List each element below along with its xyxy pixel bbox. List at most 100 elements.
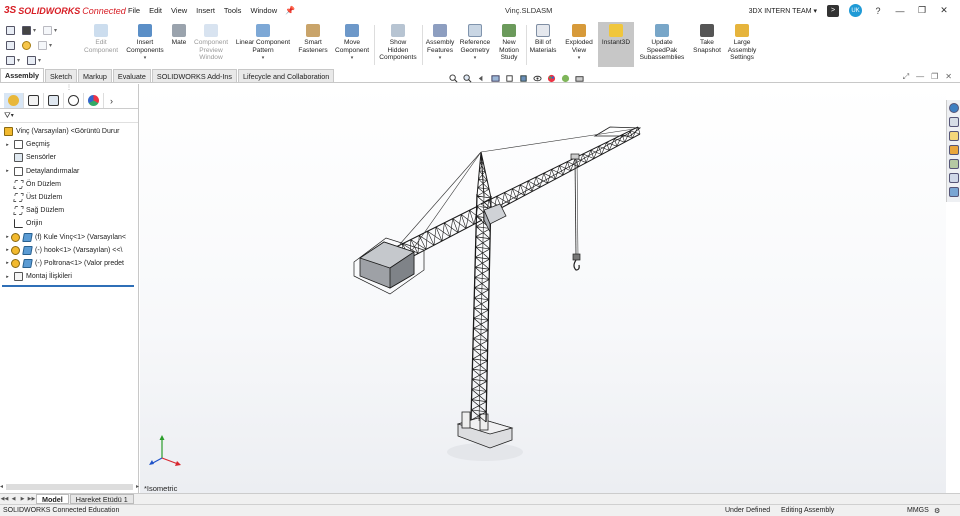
viewport-restore-icon[interactable]: ❐ bbox=[931, 72, 938, 82]
status-settings-icon[interactable]: ⚙ bbox=[934, 507, 940, 515]
move-component-button[interactable]: Move Component ▾ bbox=[332, 24, 372, 63]
display-style-icon[interactable] bbox=[519, 74, 528, 83]
select-dropdown-icon[interactable]: ▾ bbox=[17, 57, 20, 64]
viewport-minimize-icon[interactable]: — bbox=[916, 72, 924, 82]
new-icon[interactable] bbox=[6, 26, 15, 35]
smart-fasteners-button[interactable]: Smart Fasteners bbox=[296, 24, 330, 54]
chevron-right-icon[interactable]: › bbox=[110, 96, 113, 106]
expand-arrow-icon[interactable]: ▸ bbox=[4, 260, 11, 266]
tab-feature-tree[interactable] bbox=[4, 93, 24, 108]
instant3d-button[interactable]: Instant3D bbox=[598, 22, 634, 67]
design-library-icon[interactable] bbox=[948, 117, 959, 127]
previous-view-icon[interactable] bbox=[477, 74, 486, 83]
minimize-icon[interactable]: — bbox=[894, 5, 906, 17]
command-prompt-icon[interactable]: > bbox=[827, 4, 839, 17]
menu-window[interactable]: Window bbox=[250, 6, 277, 15]
zoom-to-fit-icon[interactable] bbox=[449, 73, 458, 83]
close-icon[interactable]: ✕ bbox=[938, 5, 950, 17]
edit-component-button[interactable]: Edit Component bbox=[80, 24, 122, 54]
tree-root-assembly[interactable]: Vinç (Varsayılan) <Görüntü Durur bbox=[0, 125, 138, 138]
undo-dropdown-icon[interactable]: ▾ bbox=[54, 27, 57, 34]
tree-item[interactable]: ▸ (f) Kule Vinç<1> (Varsayılan< bbox=[0, 231, 138, 244]
scroll-right-icon[interactable]: ▸ bbox=[136, 483, 139, 490]
previous-tab-icon[interactable]: ◀ bbox=[9, 496, 18, 502]
save-dropdown-icon[interactable]: ▾ bbox=[33, 27, 36, 34]
undo-icon[interactable] bbox=[43, 26, 53, 35]
select-icon[interactable] bbox=[6, 56, 15, 65]
tab-assembly[interactable]: Assembly bbox=[0, 68, 44, 82]
tab-dimxpert-manager[interactable] bbox=[64, 93, 84, 108]
appearances-icon[interactable] bbox=[948, 159, 959, 169]
crane-tower-peak[interactable] bbox=[476, 151, 492, 199]
redo-dropdown-icon[interactable]: ▾ bbox=[49, 42, 52, 49]
file-explorer-icon[interactable] bbox=[948, 131, 959, 141]
menu-tools[interactable]: Tools bbox=[224, 6, 242, 15]
view-settings-icon[interactable] bbox=[575, 74, 584, 83]
apply-scene-icon[interactable] bbox=[561, 74, 570, 83]
chevron-down-icon[interactable]: ▾ bbox=[561, 55, 597, 63]
expand-arrow-icon[interactable]: ▸ bbox=[4, 234, 11, 240]
show-hidden-components-button[interactable]: Show Hidden Components bbox=[376, 24, 420, 62]
tab-markup[interactable]: Markup bbox=[77, 69, 112, 82]
zoom-to-area-icon[interactable] bbox=[463, 73, 472, 83]
view-palette-icon[interactable] bbox=[948, 145, 959, 155]
tree-item[interactable]: Ön Düzlem bbox=[0, 178, 138, 191]
panel-grip[interactable]: ⋮ bbox=[0, 84, 138, 93]
redo-icon[interactable] bbox=[38, 41, 47, 50]
first-tab-icon[interactable]: ◀◀ bbox=[0, 496, 9, 502]
edit-appearance-icon[interactable] bbox=[547, 74, 556, 83]
expand-arrow-icon[interactable]: ▸ bbox=[4, 168, 11, 174]
tab-sketch[interactable]: Sketch bbox=[44, 69, 77, 82]
graphics-area[interactable]: *Isometric bbox=[140, 84, 946, 493]
pin-icon[interactable]: 📌 bbox=[285, 6, 295, 15]
new-motion-study-button[interactable]: New Motion Study bbox=[494, 24, 524, 62]
menu-edit[interactable]: Edit bbox=[149, 6, 162, 15]
menu-view[interactable]: View bbox=[171, 6, 187, 15]
avatar[interactable]: UK bbox=[849, 4, 862, 17]
tab-evaluate[interactable]: Evaluate bbox=[112, 69, 151, 82]
help-icon[interactable]: ? bbox=[872, 5, 884, 17]
options-dropdown-icon[interactable]: ▾ bbox=[38, 57, 41, 64]
tree-item[interactable]: ▸ (-) Poltrona<1> (Valor predet bbox=[0, 257, 138, 270]
chevron-down-icon[interactable]: ▾ bbox=[332, 55, 372, 63]
crane-model[interactable] bbox=[140, 84, 946, 493]
expand-arrow-icon[interactable]: ▸ bbox=[4, 274, 11, 280]
chevron-down-icon[interactable]: ▾ bbox=[122, 55, 168, 63]
open-icon[interactable] bbox=[6, 41, 15, 50]
app-logo[interactable]: 3S SOLIDWORKS Connected bbox=[0, 5, 126, 16]
view-orientation-icon[interactable] bbox=[505, 74, 514, 83]
menu-file[interactable]: File bbox=[128, 6, 140, 15]
tree-item[interactable]: Sağ Düzlem bbox=[0, 204, 138, 217]
section-view-icon[interactable] bbox=[491, 74, 500, 83]
tab-motion-study-1[interactable]: Hareket Etüdü 1 bbox=[69, 494, 134, 504]
update-speedpak-button[interactable]: Update SpeedPak Subassemblies bbox=[636, 24, 688, 62]
tree-item[interactable]: Orijin bbox=[0, 217, 138, 230]
tree-item[interactable]: ▸ Geçmiş bbox=[0, 138, 138, 151]
exploded-view-button[interactable]: Exploded View ▾ bbox=[561, 24, 597, 63]
tab-lifecycle-collaboration[interactable]: Lifecycle and Collaboration bbox=[238, 69, 335, 82]
expand-arrow-icon[interactable]: ▸ bbox=[4, 247, 11, 253]
scroll-left-icon[interactable]: ◂ bbox=[0, 483, 3, 490]
next-tab-icon[interactable]: ▶ bbox=[18, 496, 27, 502]
tab-property-manager[interactable] bbox=[24, 93, 44, 108]
filter-dropdown-icon[interactable]: ▾ bbox=[11, 112, 14, 119]
rebuild-icon[interactable] bbox=[22, 41, 31, 50]
chevron-down-icon[interactable]: ▾ bbox=[457, 55, 493, 63]
chevron-down-icon[interactable]: ▾ bbox=[424, 55, 456, 63]
tab-model[interactable]: Model bbox=[36, 494, 69, 504]
team-selector[interactable]: 3DX INTERN TEAM ▾ bbox=[749, 7, 817, 15]
tree-item[interactable]: Üst Düzlem bbox=[0, 191, 138, 204]
viewport-expand-icon[interactable]: ⤢ bbox=[903, 72, 909, 82]
panel-horizontal-scrollbar[interactable]: ◂ ▸ bbox=[0, 481, 139, 492]
tab-configuration-manager[interactable] bbox=[44, 93, 64, 108]
tree-item[interactable]: ▸ Montaj İlişkileri bbox=[0, 270, 138, 283]
solidworks-resources-icon[interactable] bbox=[948, 103, 959, 113]
tree-item[interactable]: ▸ Detaylandırmalar bbox=[0, 165, 138, 178]
tree-item[interactable]: Sensörler bbox=[0, 151, 138, 164]
large-assembly-settings-button[interactable]: Large Assembly Settings bbox=[724, 24, 760, 62]
linear-component-pattern-button[interactable]: Linear Component Pattern ▾ bbox=[232, 24, 294, 63]
tab-solidworks-add-ins[interactable]: SOLIDWORKS Add-Ins bbox=[151, 69, 237, 82]
status-units[interactable]: MMGS bbox=[907, 507, 929, 514]
scroll-track[interactable] bbox=[6, 483, 133, 490]
tree-filter[interactable]: ⛛ ▾ bbox=[0, 109, 138, 123]
